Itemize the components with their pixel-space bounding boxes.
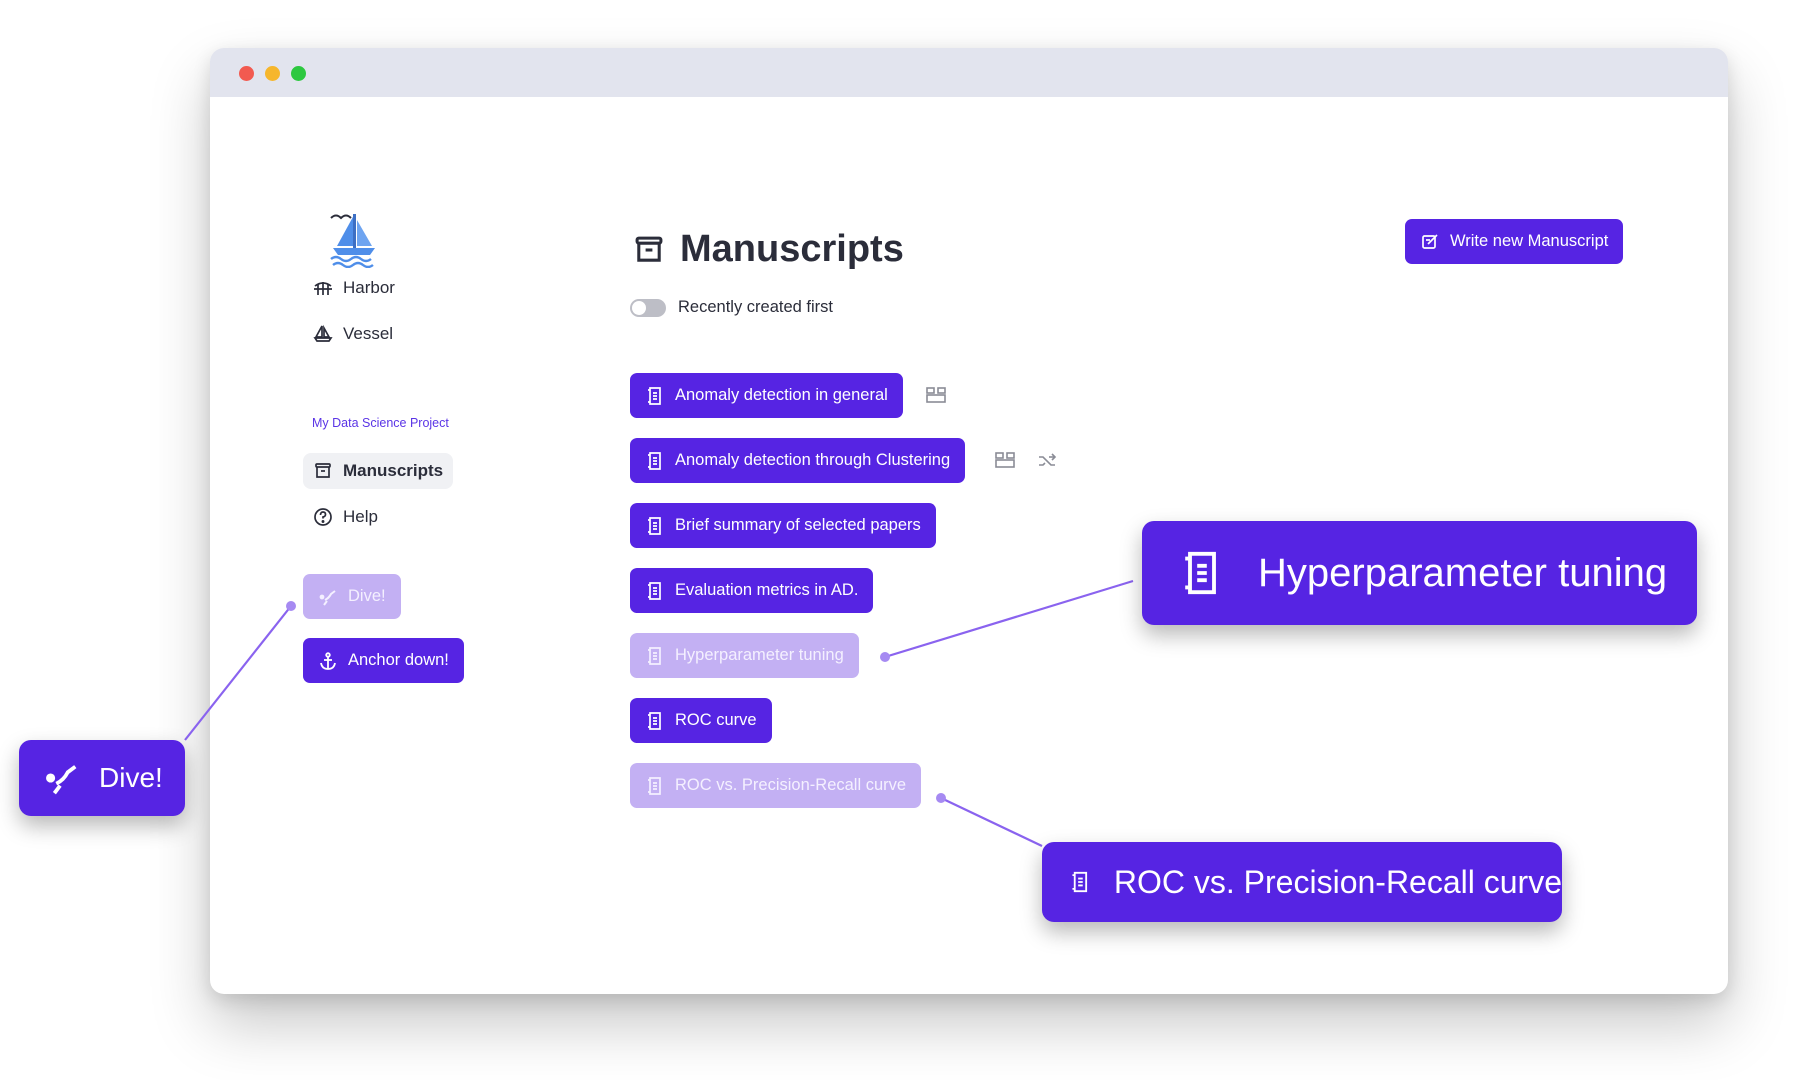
document-icon: [648, 581, 661, 600]
manuscript-title: Anomaly detection in general: [675, 386, 888, 404]
sidebar-item-help[interactable]: Help: [303, 499, 388, 535]
sidebar-item-label: Manuscripts: [343, 461, 444, 480]
dive-button[interactable]: Dive!: [303, 574, 401, 619]
anchor-down-button[interactable]: Anchor down!: [303, 638, 464, 683]
manuscript-title: ROC vs. Precision-Recall curve: [675, 776, 907, 794]
manuscript-item[interactable]: ROC curve: [630, 698, 772, 743]
sidebar-item-label: Harbor: [343, 278, 395, 297]
sidebar-item-label: Help: [343, 507, 378, 526]
close-window-button[interactable]: [239, 66, 254, 81]
document-icon: [648, 711, 661, 730]
question-circle-icon: [314, 508, 332, 526]
sailboat-icon: [313, 324, 333, 342]
shuffle-icon[interactable]: [1036, 449, 1058, 471]
document-icon: [648, 451, 661, 470]
hyperparameter-callout: Hyperparameter tuning: [1142, 521, 1697, 625]
recently-created-toggle[interactable]: [630, 298, 666, 317]
hyperparameter-callout-label: Hyperparameter tuning: [1258, 550, 1668, 595]
dive-callout-label: Dive!: [99, 762, 163, 793]
manuscript-title: Anomaly detection through Clustering: [675, 451, 951, 469]
diver-icon: [319, 589, 336, 606]
archive-box-icon: [315, 463, 331, 478]
manuscript-item[interactable]: Evaluation metrics in AD.: [630, 568, 874, 613]
document-icon: [648, 386, 661, 405]
manuscript-item[interactable]: Anomaly detection in general: [630, 373, 903, 418]
minimize-window-button[interactable]: [265, 66, 280, 81]
document-icon: [1185, 551, 1216, 595]
sidebar-item-harbor[interactable]: Harbor: [303, 270, 405, 306]
document-icon: [648, 516, 661, 535]
maximize-window-button[interactable]: [291, 66, 306, 81]
manuscript-title: Brief summary of selected papers: [675, 516, 921, 534]
toggle-label: Recently created first: [678, 298, 833, 316]
manuscript-item[interactable]: Brief summary of selected papers: [630, 503, 936, 548]
layout-icon[interactable]: [994, 449, 1016, 471]
anchor-icon: [320, 651, 336, 670]
sailboat-logo-icon: [330, 214, 375, 268]
page-title-text: Manuscripts: [680, 228, 904, 270]
anchor-down-label: Anchor down!: [348, 651, 449, 669]
archive-box-icon: [635, 236, 663, 262]
sidebar-item-manuscripts[interactable]: Manuscripts: [303, 453, 454, 489]
sort-toggle-row: Recently created first: [630, 298, 833, 317]
write-new-manuscript-label: Write new Manuscript: [1450, 232, 1609, 250]
dive-button-label: Dive!: [348, 587, 386, 605]
manuscript-title: Hyperparameter tuning: [675, 646, 844, 664]
document-icon: [648, 776, 661, 795]
manuscript-title: Evaluation metrics in AD.: [675, 581, 859, 599]
roc-pr-callout-label: ROC vs. Precision-Recall curve: [1113, 863, 1562, 900]
document-icon: [1072, 871, 1088, 893]
diver-icon: [46, 765, 77, 795]
write-pen-icon: [1422, 233, 1438, 249]
roc-pr-callout: ROC vs. Precision-Recall curve: [1042, 842, 1562, 922]
document-icon: [648, 646, 661, 665]
manuscript-item[interactable]: Anomaly detection through Clustering: [630, 438, 966, 483]
sidebar-item-label: Vessel: [343, 324, 394, 343]
project-label[interactable]: My Data Science Project: [312, 416, 449, 430]
sidebar-item-vessel[interactable]: Vessel: [303, 316, 403, 352]
harbor-bridge-icon: [314, 282, 332, 295]
layout-icon[interactable]: [925, 384, 947, 406]
manuscript-item[interactable]: ROC vs. Precision-Recall curve: [630, 763, 922, 808]
write-new-manuscript-button[interactable]: Write new Manuscript: [1405, 219, 1624, 264]
window-titlebar: [210, 48, 1728, 97]
dive-callout: Dive!: [19, 740, 185, 816]
manuscript-title: ROC curve: [675, 711, 757, 729]
manuscript-item[interactable]: Hyperparameter tuning: [630, 633, 859, 678]
page-title: Manuscripts: [632, 228, 904, 271]
